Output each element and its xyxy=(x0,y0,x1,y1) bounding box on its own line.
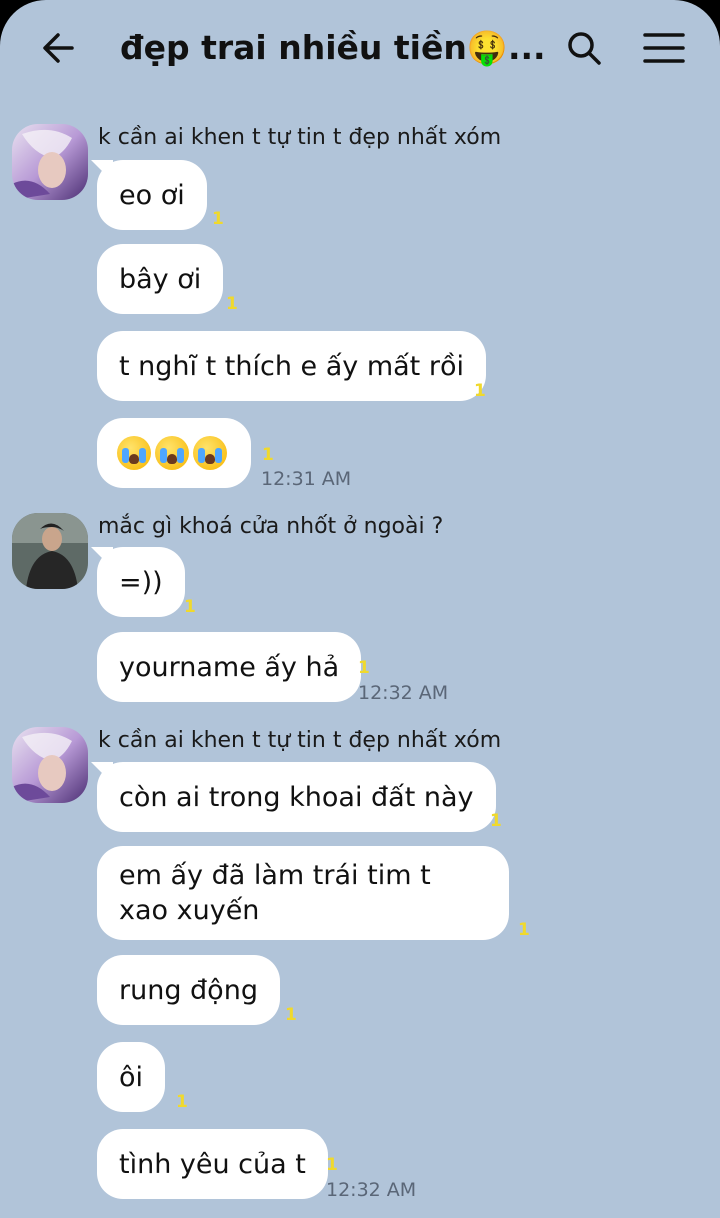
search-button[interactable] xyxy=(560,24,608,72)
purple-haired-person-avatar xyxy=(12,727,88,803)
message-time: 12:32 AM xyxy=(358,682,449,704)
message-text: bây ơi xyxy=(119,263,202,295)
message-time: 12:31 AM xyxy=(261,468,352,490)
message-time: 12:32 AM xyxy=(326,1179,417,1201)
message-text: yourname ấy hả xyxy=(119,651,340,683)
read-count: 1 xyxy=(490,811,502,831)
avatar[interactable] xyxy=(12,513,88,589)
message-text: còn ai trong khoai đất này xyxy=(119,781,474,813)
read-count: 1 xyxy=(474,381,486,401)
sender-name: k cần ai khen t tự tin t đẹp nhất xóm xyxy=(98,728,502,753)
chat-title: đẹp trai nhiều tiền🤑... xyxy=(120,28,546,67)
message-bubble[interactable]: =)) xyxy=(97,547,185,617)
message-text: =)) xyxy=(119,566,163,598)
purple-haired-person-avatar xyxy=(12,124,88,200)
message-bubble[interactable]: yourname ấy hả xyxy=(97,632,362,702)
read-count: 1 xyxy=(262,445,274,465)
read-count: 1 xyxy=(326,1155,338,1175)
read-count: 1 xyxy=(226,294,238,314)
message-text: em ấy đã làm trái tim t xao xuyến xyxy=(119,860,431,926)
message-text: ôi xyxy=(119,1061,144,1093)
crying-emoji-icon xyxy=(117,436,151,470)
message-bubble[interactable]: rung động xyxy=(97,955,280,1025)
read-count: 1 xyxy=(176,1092,188,1112)
message-bubble[interactable] xyxy=(97,418,251,488)
message-bubble[interactable]: eo ơi xyxy=(97,160,207,230)
message-bubble[interactable]: ôi xyxy=(97,1042,166,1112)
menu-button[interactable] xyxy=(638,24,690,72)
read-count: 1 xyxy=(518,920,530,940)
message-text: tình yêu của t xyxy=(119,1148,306,1180)
crying-emoji-icon xyxy=(193,436,227,470)
message-bubble[interactable]: tình yêu của t xyxy=(97,1129,328,1199)
back-button[interactable] xyxy=(30,24,86,72)
hamburger-menu-icon xyxy=(643,33,685,63)
message-bubble[interactable]: còn ai trong khoai đất này xyxy=(97,762,496,832)
read-count: 1 xyxy=(184,597,196,617)
chat-screen: đẹp trai nhiều tiền🤑... k cần ai khen t … xyxy=(0,0,720,1218)
dark-jacket-person-avatar xyxy=(12,513,88,589)
arrow-left-icon xyxy=(43,33,74,63)
message-bubble[interactable]: em ấy đã làm trái tim t xao xuyến xyxy=(97,846,509,940)
message-bubble[interactable]: t nghĩ t thích e ấy mất rồi xyxy=(97,331,486,401)
sender-name: mắc gì khoá cửa nhốt ở ngoài ? xyxy=(98,514,444,539)
read-count: 1 xyxy=(358,658,370,678)
avatar[interactable] xyxy=(12,727,88,803)
chat-header: đẹp trai nhiều tiền🤑... xyxy=(0,0,720,96)
avatar[interactable] xyxy=(12,124,88,200)
message-text: rung động xyxy=(119,974,258,1006)
search-icon xyxy=(568,32,601,65)
message-text: t nghĩ t thích e ấy mất rồi xyxy=(119,350,464,382)
read-count: 1 xyxy=(212,209,224,229)
message-bubble[interactable]: bây ơi xyxy=(97,244,224,314)
read-count: 1 xyxy=(285,1005,297,1025)
message-text: eo ơi xyxy=(119,179,185,211)
sender-name: k cần ai khen t tự tin t đẹp nhất xóm xyxy=(98,125,502,150)
crying-emoji-icon xyxy=(155,436,189,470)
